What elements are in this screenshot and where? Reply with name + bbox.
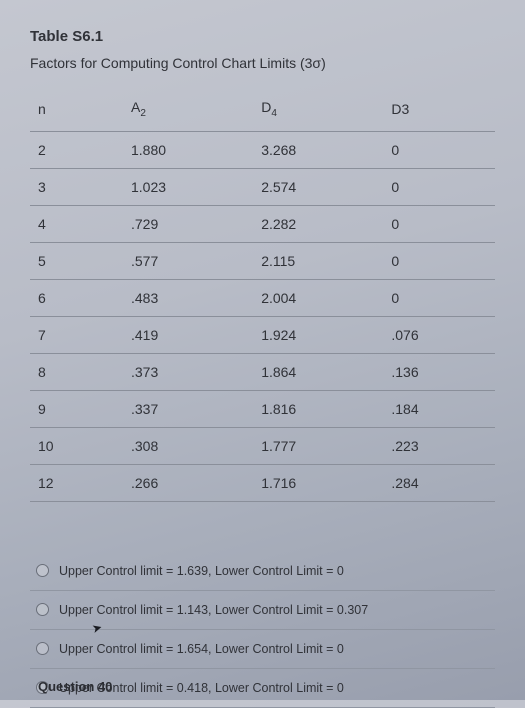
table-row: 4.7292.2820 <box>30 205 495 242</box>
table-header-row: n A2 D4 D3 <box>30 89 495 131</box>
option-label: Upper Control limit = 1.654, Lower Contr… <box>59 642 344 656</box>
cell-n: 4 <box>30 205 123 242</box>
table-row: 10.3081.777.223 <box>30 427 495 464</box>
cell-d4: 1.864 <box>253 353 383 390</box>
table-subtitle: Factors for Computing Control Chart Limi… <box>30 55 495 71</box>
table-row: 8.3731.864.136 <box>30 353 495 390</box>
cell-n: 12 <box>30 464 123 501</box>
table-row: 9.3371.816.184 <box>30 390 495 427</box>
factors-table: n A2 D4 D3 21.8803.268031.0232.57404.729… <box>30 89 495 502</box>
cell-d4: 1.816 <box>253 390 383 427</box>
table-row: 31.0232.5740 <box>30 168 495 205</box>
table-row: 21.8803.2680 <box>30 131 495 168</box>
option-label: Upper Control limit = 1.639, Lower Contr… <box>59 564 344 578</box>
cell-a2: .729 <box>123 205 253 242</box>
cell-a2: .419 <box>123 316 253 353</box>
table-row: 12.2661.716.284 <box>30 464 495 501</box>
cell-a2: .483 <box>123 279 253 316</box>
cell-d4: 1.777 <box>253 427 383 464</box>
radio-icon[interactable] <box>36 564 49 577</box>
cell-d4: 1.716 <box>253 464 383 501</box>
answer-option[interactable]: Upper Control limit = 1.654, Lower Contr… <box>30 630 495 669</box>
cell-d3: 0 <box>383 205 495 242</box>
cell-n: 3 <box>30 168 123 205</box>
table-row: 6.4832.0040 <box>30 279 495 316</box>
cell-a2: 1.023 <box>123 168 253 205</box>
cell-n: 9 <box>30 390 123 427</box>
cell-d4: 2.574 <box>253 168 383 205</box>
header-n: n <box>30 89 123 131</box>
cell-d4: 2.004 <box>253 279 383 316</box>
cell-d3: 0 <box>383 279 495 316</box>
cell-n: 8 <box>30 353 123 390</box>
cell-n: 6 <box>30 279 123 316</box>
cell-d3: .136 <box>383 353 495 390</box>
radio-icon[interactable] <box>36 642 49 655</box>
cell-d3: 0 <box>383 242 495 279</box>
cell-a2: 1.880 <box>123 131 253 168</box>
cell-d4: 2.115 <box>253 242 383 279</box>
cell-d3: .284 <box>383 464 495 501</box>
cell-n: 2 <box>30 131 123 168</box>
radio-icon[interactable] <box>36 603 49 616</box>
cell-d4: 2.282 <box>253 205 383 242</box>
cell-d3: 0 <box>383 168 495 205</box>
cell-n: 10 <box>30 427 123 464</box>
cell-a2: .308 <box>123 427 253 464</box>
header-d3: D3 <box>383 89 495 131</box>
cell-a2: .337 <box>123 390 253 427</box>
table-row: 5.5772.1150 <box>30 242 495 279</box>
table-title: Table S6.1 <box>30 28 495 45</box>
cell-d4: 1.924 <box>253 316 383 353</box>
cell-d3: .184 <box>383 390 495 427</box>
cell-d3: .223 <box>383 427 495 464</box>
cell-a2: .373 <box>123 353 253 390</box>
answer-option[interactable]: Upper Control limit = 1.639, Lower Contr… <box>30 552 495 591</box>
cell-d3: 0 <box>383 131 495 168</box>
cell-n: 5 <box>30 242 123 279</box>
header-d4: D4 <box>253 89 383 131</box>
cell-d4: 3.268 <box>253 131 383 168</box>
table-row: 7.4191.924.076 <box>30 316 495 353</box>
cell-d3: .076 <box>383 316 495 353</box>
cell-a2: .577 <box>123 242 253 279</box>
cell-a2: .266 <box>123 464 253 501</box>
next-question-label: Question 40 <box>38 679 112 694</box>
cell-n: 7 <box>30 316 123 353</box>
header-a2: A2 <box>123 89 253 131</box>
option-label: Upper Control limit = 1.143, Lower Contr… <box>59 603 368 617</box>
